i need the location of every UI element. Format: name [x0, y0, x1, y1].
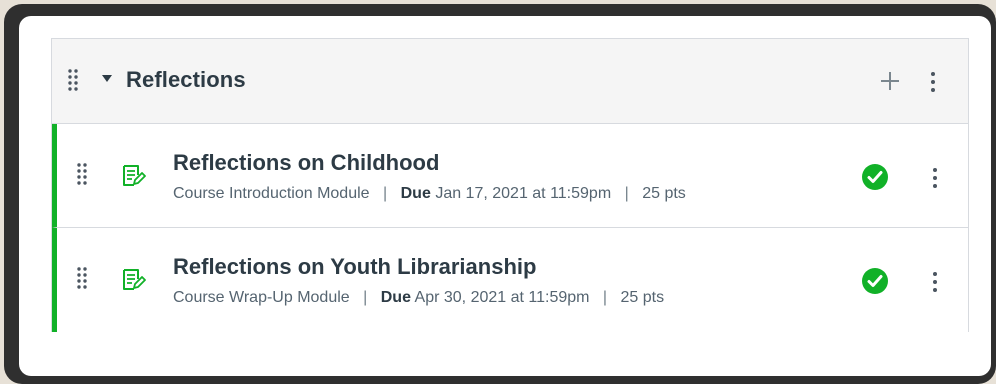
due-date: Jan 17, 2021 at 11:59pm	[435, 185, 612, 202]
item-title-link[interactable]: Reflections on Youth Librarianship	[173, 254, 536, 280]
points-value: 25 pts	[642, 185, 686, 202]
item-menu-kebab-icon[interactable]	[931, 166, 939, 190]
item-module-name: Course Introduction Module	[173, 185, 370, 202]
window-frame: Reflections Reflections on Childhood Cou…	[4, 4, 996, 384]
points-value: 25 pts	[620, 289, 665, 306]
module-item-row[interactable]: Reflections on Childhood Course Introduc…	[52, 124, 968, 228]
assignment-icon	[120, 163, 146, 189]
drag-handle-icon[interactable]	[77, 163, 87, 189]
drag-handle-icon[interactable]	[68, 69, 78, 95]
item-details: Course Wrap-Up Module | Due Apr 30, 2021…	[173, 289, 664, 307]
module-item-row[interactable]: Reflections on Youth Librarianship Cours…	[52, 228, 968, 332]
meta-separator: |	[363, 289, 368, 306]
meta-separator: |	[624, 185, 629, 202]
item-details: Course Introduction Module | Due Jan 17,…	[173, 185, 686, 203]
due-date: Apr 30, 2021 at 11:59pm	[414, 289, 590, 306]
module-menu-kebab-icon[interactable]	[929, 70, 937, 94]
content-area: Reflections Reflections on Childhood Cou…	[19, 16, 991, 376]
due-label: Due	[400, 185, 431, 202]
meta-separator: |	[602, 289, 608, 306]
published-check-icon[interactable]	[861, 163, 889, 191]
add-item-plus-icon[interactable]	[881, 72, 899, 90]
assignment-icon	[120, 267, 146, 293]
meta-separator: |	[383, 185, 388, 202]
published-check-icon[interactable]	[861, 267, 889, 295]
collapse-triangle-icon[interactable]	[102, 75, 112, 82]
module-card: Reflections Reflections on Childhood Cou…	[51, 38, 969, 332]
drag-handle-icon[interactable]	[77, 267, 87, 293]
module-title: Reflections	[126, 67, 246, 92]
module-header[interactable]: Reflections	[52, 39, 968, 124]
item-title-link[interactable]: Reflections on Childhood	[173, 150, 439, 176]
item-menu-kebab-icon[interactable]	[931, 270, 939, 294]
due-label: Due	[380, 289, 411, 306]
item-module-name: Course Wrap-Up Module	[173, 289, 350, 306]
